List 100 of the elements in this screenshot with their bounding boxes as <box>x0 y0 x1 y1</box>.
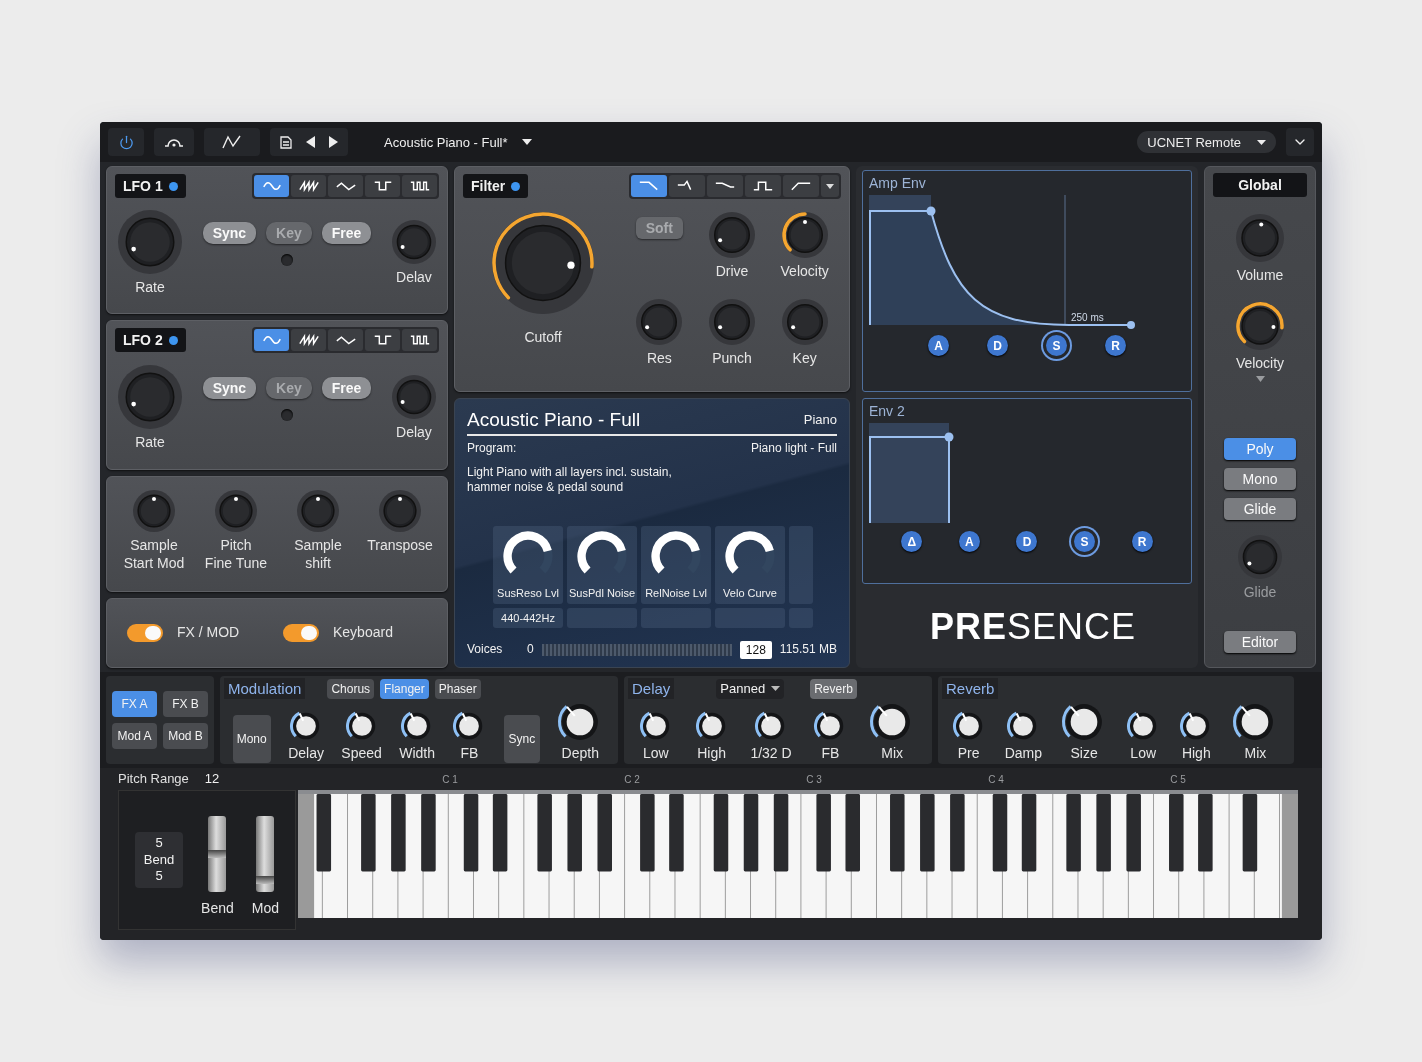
mode-button[interactable]: Sync <box>202 377 257 399</box>
knob-label: Speed <box>341 745 382 763</box>
knob-label: 1/32 D <box>750 745 792 763</box>
stage-button[interactable]: A <box>928 335 949 356</box>
effect-type-button[interactable]: Flanger <box>380 678 429 699</box>
dropdown-button[interactable] <box>821 175 839 197</box>
sine-wave-icon <box>260 333 283 347</box>
reverb-send-button[interactable]: Reverb <box>810 678 857 699</box>
filter-type-button[interactable] <box>707 175 743 197</box>
mode-button[interactable]: Free <box>321 377 372 399</box>
wheel[interactable] <box>208 816 227 893</box>
fx-slot-button[interactable]: Mod A <box>112 723 157 749</box>
program-label: Program: <box>467 441 517 457</box>
memory-usage: 115.51 MB <box>779 642 837 658</box>
mode-button[interactable]: Key <box>266 222 312 244</box>
preset-description: Light Piano with all layers incl. sustain, hammer noise & pedal sound <box>467 464 673 496</box>
knob-label: Pitch Fine Tune <box>204 537 268 572</box>
pitch-range-label: Pitch Range <box>118 770 189 788</box>
toggle-switch[interactable] <box>283 624 319 642</box>
previous-button[interactable] <box>306 136 315 148</box>
knob-label: Pre <box>957 745 980 763</box>
fx-slot-button[interactable]: FX A <box>112 691 157 717</box>
wheel-label: Mod <box>251 900 279 918</box>
toggle-label: FX / MOD <box>177 624 240 642</box>
bandpass-curve-icon <box>752 179 774 193</box>
knob[interactable] <box>780 211 829 259</box>
voices-min: 0 <box>527 642 534 658</box>
knob-label: Glide <box>1243 584 1277 602</box>
voice-mode-button[interactable]: Poly <box>1224 438 1296 460</box>
waveform-button[interactable] <box>365 175 400 197</box>
next-button[interactable] <box>329 136 338 148</box>
waveform-button[interactable] <box>365 329 400 351</box>
waveform-button[interactable] <box>291 175 326 197</box>
filter-type-button[interactable] <box>745 175 781 197</box>
knob-label: Low <box>1130 745 1157 763</box>
next-icon <box>329 136 338 148</box>
knob-label: Rate <box>135 434 165 452</box>
collapse-button[interactable] <box>1286 128 1314 156</box>
pulse-wave-icon <box>408 179 431 193</box>
fx-button[interactable]: Mono <box>232 714 271 763</box>
category-label: Piano <box>803 411 837 429</box>
knob-label: Mix <box>1244 745 1267 763</box>
toggle-switch[interactable] <box>127 624 163 642</box>
soft-button[interactable]: Soft <box>635 217 683 239</box>
effect-type-button[interactable]: Phaser <box>434 678 481 699</box>
waveform-button[interactable] <box>402 175 437 197</box>
voice-mode-button[interactable]: Glide <box>1224 498 1296 520</box>
section-title: Reverb <box>942 678 999 699</box>
mode-button[interactable]: Sync <box>202 222 257 244</box>
stage-button[interactable]: D <box>987 335 1008 356</box>
voices-max: 128 <box>739 641 772 659</box>
saw-wave-icon <box>297 179 320 193</box>
toolbar-button[interactable] <box>204 128 260 156</box>
power-button[interactable] <box>108 128 144 156</box>
wheel[interactable] <box>256 816 275 893</box>
caret-icon <box>521 139 532 145</box>
stage-button[interactable]: A <box>958 531 980 552</box>
pulse-wave-icon <box>408 333 431 347</box>
waveform-button[interactable] <box>328 329 363 351</box>
caret-icon <box>1255 376 1265 382</box>
mode-button[interactable]: Key <box>266 377 312 399</box>
delay-mode-dropdown[interactable]: Panned <box>716 678 785 699</box>
waveform-button[interactable] <box>291 329 326 351</box>
knob-label: Sample Start Mod <box>123 537 185 572</box>
piano-key[interactable] <box>1254 794 1279 918</box>
knob[interactable] <box>491 211 595 315</box>
knob-label: FB <box>821 745 840 763</box>
section-title: Delay <box>628 678 675 699</box>
fx-slot-button[interactable]: FX B <box>163 691 208 717</box>
preset-dropdown[interactable] <box>521 139 532 145</box>
filter-type-button[interactable] <box>783 175 819 197</box>
fx-button[interactable]: Sync <box>503 714 540 763</box>
stage-button[interactable]: D <box>1016 531 1038 552</box>
stage-button[interactable]: R <box>1131 531 1153 552</box>
voices-label: Voices <box>467 642 504 658</box>
knob[interactable] <box>1235 300 1285 351</box>
section-title: Global <box>1238 177 1282 193</box>
voice-mode-button[interactable]: Mono <box>1224 468 1296 490</box>
waveform-button[interactable] <box>402 329 437 351</box>
time-label: 250 ms <box>1071 312 1104 323</box>
knob-label: Size <box>1070 745 1098 763</box>
mode-button[interactable]: Free <box>321 222 372 244</box>
stage-button[interactable]: Δ <box>901 531 923 552</box>
stage-button[interactable]: R <box>1105 335 1126 356</box>
save-button[interactable] <box>280 135 292 149</box>
knob-label: Key <box>792 350 817 368</box>
effect-type-button[interactable]: Chorus <box>327 678 375 699</box>
filter-type-button[interactable] <box>669 175 705 197</box>
knob-label: Volume <box>1236 267 1284 285</box>
knob-label: Delay <box>396 424 432 442</box>
preset-name[interactable]: Acoustic Piano - Full* <box>380 134 512 150</box>
section-title: Modulation <box>224 678 306 699</box>
remote-dropdown[interactable]: UCNET Remote <box>1137 131 1276 153</box>
section-title: Filter <box>471 178 506 194</box>
editor-button[interactable]: Editor <box>1224 631 1296 653</box>
knob-label: Rate <box>135 279 165 297</box>
toolbar-button[interactable] <box>154 128 194 156</box>
waveform-button[interactable] <box>328 175 363 197</box>
led-indicator <box>281 409 293 421</box>
fx-slot-button[interactable]: Mod B <box>163 723 208 749</box>
